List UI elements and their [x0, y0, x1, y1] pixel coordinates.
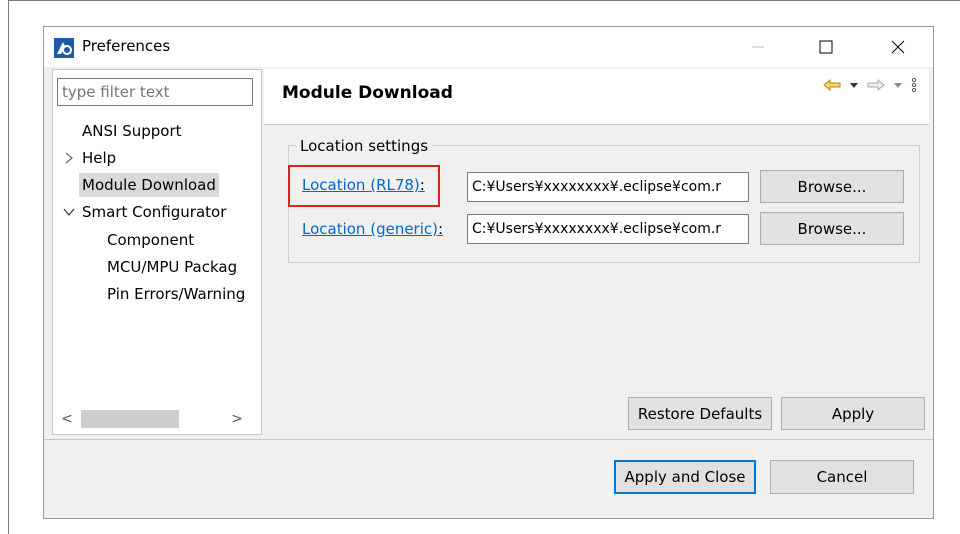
tree-item-pin-errors-warnings[interactable]: Pin Errors/Warning: [107, 282, 245, 306]
horizontal-scrollbar[interactable]: < >: [57, 408, 258, 430]
screen-frame-top: [8, 0, 960, 1]
page-header: Module Download: [264, 69, 929, 125]
group-label: Location settings: [296, 137, 433, 155]
cancel-button[interactable]: Cancel: [770, 460, 914, 494]
tree-item-label: ANSI Support: [82, 122, 182, 140]
back-dropdown-icon[interactable]: [849, 81, 859, 89]
minimize-icon: [752, 46, 764, 48]
history-nav: [823, 77, 917, 93]
close-button[interactable]: [878, 31, 918, 63]
tree-item-module-download[interactable]: Module Download: [79, 173, 219, 197]
browse-rl78-button[interactable]: Browse...: [760, 170, 904, 203]
filter-input[interactable]: [57, 78, 253, 106]
tree-item-smart-configurator[interactable]: Smart Configurator: [82, 200, 226, 224]
title-bar: Preferences: [44, 27, 933, 67]
maximize-button[interactable]: [806, 31, 846, 63]
page-title: Module Download: [282, 83, 453, 103]
maximize-icon: [819, 40, 833, 54]
chevron-right-icon[interactable]: [62, 151, 76, 165]
location-rl78-link[interactable]: Location (RL78):: [302, 176, 425, 194]
tree-item-label: Pin Errors/Warning: [107, 285, 246, 303]
apply-button[interactable]: Apply: [781, 397, 925, 430]
restore-defaults-button[interactable]: Restore Defaults: [628, 397, 772, 430]
apply-and-close-button[interactable]: Apply and Close: [614, 460, 756, 494]
back-arrow-icon[interactable]: [823, 79, 841, 91]
scroll-right-icon[interactable]: >: [227, 408, 247, 430]
preference-tree-panel: ANSI Support Help Module Download Smart …: [52, 69, 262, 435]
tree-item-label: Help: [82, 149, 117, 167]
forward-dropdown-icon[interactable]: [893, 81, 903, 89]
preference-page: Module Download Location settings Locati…: [264, 69, 929, 435]
location-generic-input[interactable]: [467, 214, 749, 244]
tree-item-label: Smart Configurator: [82, 203, 227, 221]
footer-divider: [44, 439, 933, 440]
tree-item-help[interactable]: Help: [82, 146, 116, 170]
chevron-down-icon[interactable]: [62, 205, 76, 219]
tree-item-label: Module Download: [82, 176, 216, 194]
tree-item-label: Component: [107, 231, 195, 249]
view-menu-icon[interactable]: [911, 77, 917, 93]
preferences-dialog: Preferences ANSI Support Help Module Dow…: [43, 26, 934, 519]
screen-frame-left: [8, 0, 9, 534]
window-title: Preferences: [82, 37, 171, 55]
eclipse-app-icon: [54, 38, 74, 58]
location-generic-link[interactable]: Location (generic):: [302, 220, 443, 238]
tree-item-label: MCU/MPU Packag: [107, 258, 238, 276]
browse-generic-button[interactable]: Browse...: [760, 212, 904, 245]
forward-arrow-icon[interactable]: [867, 79, 885, 91]
scroll-left-icon[interactable]: <: [57, 408, 77, 430]
location-rl78-input[interactable]: [467, 172, 749, 202]
tree-item-mcu-mpu-package[interactable]: MCU/MPU Packag: [107, 255, 237, 279]
tree-item-component[interactable]: Component: [107, 228, 194, 252]
minimize-button[interactable]: [738, 31, 778, 63]
scrollbar-thumb[interactable]: [81, 410, 179, 428]
close-icon: [891, 40, 905, 54]
tree-item-ansi-support[interactable]: ANSI Support: [82, 119, 182, 143]
